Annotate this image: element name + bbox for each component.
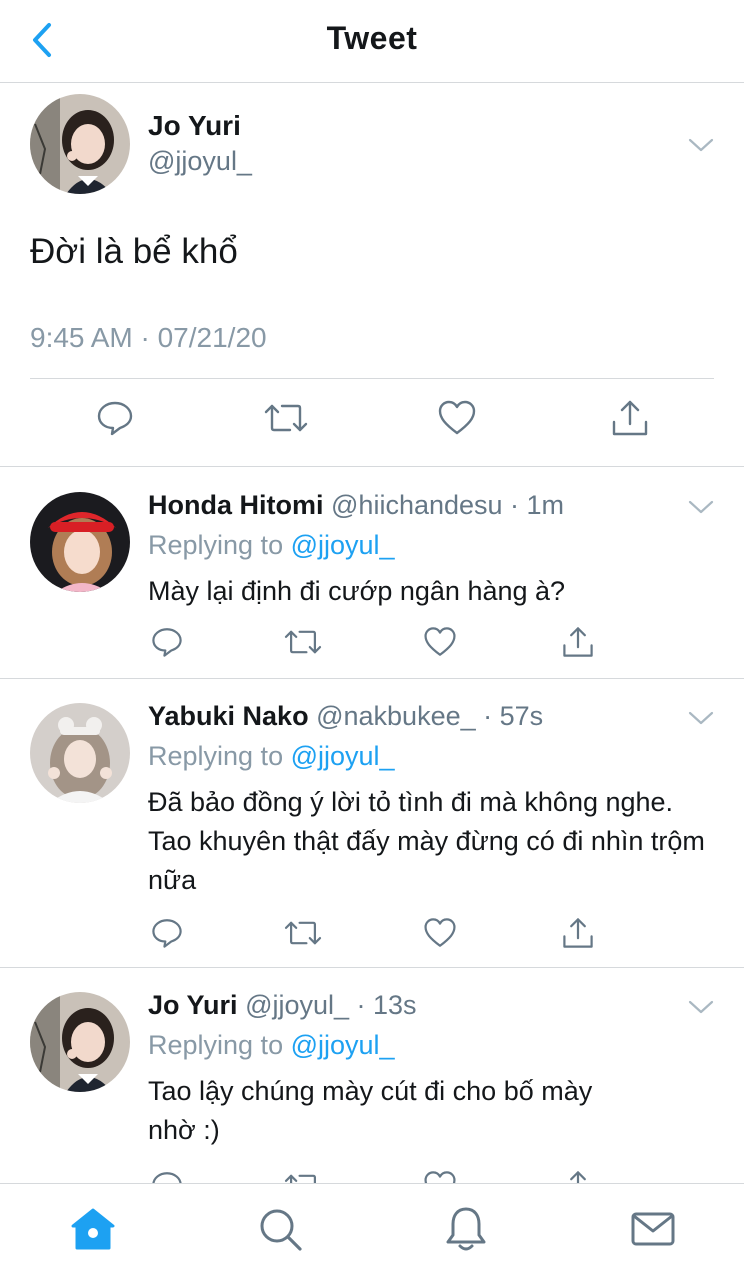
retweet-button[interactable] [281, 620, 325, 664]
avatar[interactable] [30, 94, 130, 194]
home-icon [71, 1208, 115, 1250]
user-handle-time: @hiichandesu · 1m [331, 490, 565, 520]
chevron-down-icon [688, 500, 714, 514]
retweet-icon [264, 404, 308, 432]
avatar[interactable] [30, 992, 130, 1092]
heart-icon [438, 400, 476, 435]
tweet-text: Đời là bể khổ [30, 232, 238, 271]
reply-text: Mày lại định đi cướp ngân hàng à? [148, 576, 566, 606]
reply-text: Tao lậy chúng mày cút đi cho bố mày nhờ … [148, 1076, 593, 1145]
user-name[interactable]: Honda Hitomi [148, 490, 324, 520]
like-button[interactable] [435, 396, 479, 440]
page-title: Tweet [326, 20, 418, 56]
tab-search[interactable] [255, 1204, 305, 1254]
user-handle-time: @jjoyul_ · 13s [245, 990, 417, 1020]
messages-icon [631, 1212, 675, 1246]
retweet-icon [284, 630, 322, 654]
reply-button[interactable] [145, 911, 189, 955]
reply-button[interactable] [93, 396, 137, 440]
search-icon [260, 1209, 302, 1251]
user-name[interactable]: Jo Yuri [148, 990, 238, 1020]
mention-link[interactable]: @jjoyul_ [291, 741, 395, 771]
replying-to: Replying to @jjoyul_ [148, 1030, 395, 1061]
chevron-down-icon [688, 711, 714, 725]
share-icon [612, 400, 648, 436]
user-name[interactable]: Jo Yuri [148, 110, 241, 142]
share-icon [563, 627, 593, 657]
replying-to: Replying to @jjoyul_ [148, 741, 395, 772]
replying-to-label: Replying to [148, 1030, 291, 1060]
replying-to: Replying to @jjoyul_ [148, 530, 395, 561]
reply-tweet[interactable]: Honda Hitomi @hiichandesu · 1m Replying … [0, 468, 744, 679]
like-button[interactable] [418, 620, 462, 664]
reply-tweet[interactable]: Yabuki Nako @nakbukee_ · 57s Replying to… [0, 679, 744, 968]
reply-tweet[interactable]: Jo Yuri @jjoyul_ · 13s Replying to @jjoy… [0, 968, 744, 1208]
bottom-tab-bar [0, 1183, 744, 1280]
like-button[interactable] [418, 911, 462, 955]
replying-to-label: Replying to [148, 530, 291, 560]
heart-icon [424, 918, 456, 947]
reply-action-bar [0, 911, 744, 955]
user-handle[interactable]: @jjoyul_ [148, 146, 252, 177]
avatar[interactable] [30, 703, 130, 803]
tweet-options-button[interactable] [688, 498, 714, 516]
reply-button[interactable] [145, 620, 189, 664]
tab-messages[interactable] [628, 1204, 678, 1254]
share-button[interactable] [556, 911, 600, 955]
speech-bubble-icon [152, 919, 182, 948]
reply-header: Honda Hitomi @hiichandesu · 1m [148, 490, 564, 521]
heart-icon [424, 627, 456, 656]
tweet-action-bar [0, 396, 744, 452]
chevron-down-icon [688, 1000, 714, 1014]
share-icon [563, 918, 593, 948]
divider [30, 378, 714, 379]
reply-header: Jo Yuri @jjoyul_ · 13s [148, 990, 417, 1021]
replying-to-label: Replying to [148, 741, 291, 771]
top-nav-bar: Tweet [0, 0, 744, 83]
retweet-button[interactable] [264, 396, 308, 440]
chevron-down-icon [688, 138, 714, 152]
speech-bubble-icon [97, 401, 133, 436]
user-handle-time: @nakbukee_ · 57s [316, 701, 544, 731]
reply-action-bar [0, 620, 744, 664]
tweet-options-button[interactable] [688, 709, 714, 727]
avatar[interactable] [30, 492, 130, 592]
reply-text: Đã bảo đồng ý lời tỏ tình đi mà không ng… [148, 787, 705, 895]
tweet-timestamp[interactable]: 9:45 AM · 07/21/20 [30, 322, 267, 354]
tweet-options-button[interactable] [688, 998, 714, 1016]
share-button[interactable] [556, 620, 600, 664]
tab-notifications[interactable] [441, 1204, 491, 1254]
main-tweet: Jo Yuri @jjoyul_ Đời là bể khổ 9:45 AM ·… [0, 84, 744, 467]
tab-home[interactable] [68, 1204, 118, 1254]
retweet-button[interactable] [281, 911, 325, 955]
user-name[interactable]: Yabuki Nako [148, 701, 309, 731]
share-button[interactable] [608, 396, 652, 440]
tweet-options-button[interactable] [688, 136, 714, 154]
reply-header: Yabuki Nako @nakbukee_ · 57s [148, 701, 543, 732]
speech-bubble-icon [152, 628, 182, 657]
retweet-icon [284, 921, 322, 945]
mention-link[interactable]: @jjoyul_ [291, 530, 395, 560]
notifications-icon [446, 1207, 486, 1251]
mention-link[interactable]: @jjoyul_ [291, 1030, 395, 1060]
